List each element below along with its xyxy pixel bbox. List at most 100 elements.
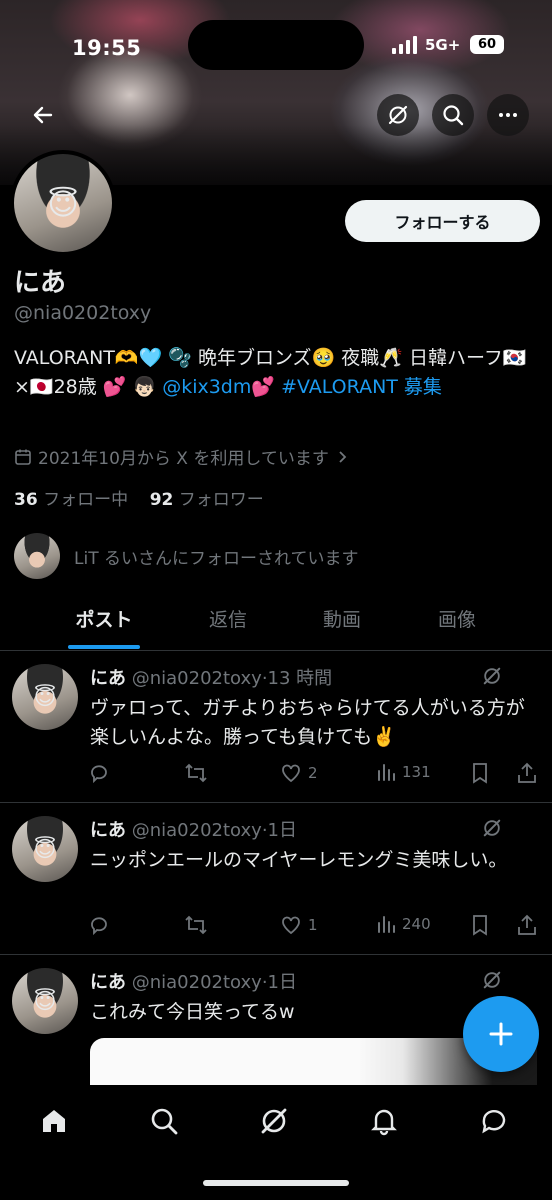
nav-grok[interactable] — [254, 1101, 294, 1141]
post-item[interactable]: 😇 にあ @nia0202toxy·1日 ニッポンエールのマイヤーレモングミ美味… — [0, 802, 552, 955]
views-button[interactable]: 240 — [376, 914, 431, 934]
joined-text: 2021年10月から X を利用しています — [38, 449, 329, 469]
share-button[interactable] — [516, 914, 538, 936]
network-label: 5G+ — [425, 36, 461, 54]
following-label: フォロー中 — [43, 490, 129, 510]
smiling-face-sticker-icon: 😇 — [47, 187, 79, 223]
bookmark-button[interactable] — [470, 762, 490, 784]
post-time: 1日 — [267, 820, 297, 841]
nav-search[interactable] — [144, 1101, 184, 1141]
active-tab-indicator — [68, 645, 140, 649]
grok-icon — [261, 1108, 287, 1134]
nav-home[interactable] — [34, 1101, 74, 1141]
like-count: 1 — [308, 916, 318, 934]
share-button[interactable] — [516, 762, 538, 784]
tab-images[interactable]: 画像 — [400, 598, 514, 650]
grok-icon[interactable] — [482, 970, 502, 990]
grok-button[interactable] — [377, 94, 419, 136]
bio-text-2: 💕 — [251, 376, 282, 398]
repost-button[interactable] — [184, 914, 208, 936]
follow-button[interactable]: フォローする — [345, 200, 540, 242]
reply-icon — [91, 917, 107, 936]
bookmark-icon — [473, 915, 487, 936]
search-button[interactable] — [432, 94, 474, 136]
post-time: 1日 — [267, 972, 297, 993]
views-chart-icon — [378, 764, 395, 781]
more-dots-icon — [499, 113, 517, 117]
post-text: ニッポンエールのマイヤーレモングミ美味しい。 — [90, 849, 508, 871]
bio-text-3: 募集 — [397, 376, 442, 398]
post-item[interactable]: 😇 にあ @nia0202toxy·13 時間 ヴァロって、ガチよりおちゃらけて… — [0, 650, 552, 803]
post-author-name[interactable]: にあ — [90, 668, 126, 689]
profile-bio: VALORANT🫶🩵 🫧 晩年ブロンズ🥹 夜職🥂 日韓ハーフ🇰🇷×🇯🇵28歳 💕… — [14, 344, 538, 402]
views-button[interactable]: 131 — [376, 762, 431, 782]
smiling-face-sticker-icon: 😇 — [33, 989, 57, 1015]
repost-button[interactable] — [184, 762, 208, 784]
nav-messages[interactable] — [474, 1101, 514, 1141]
grok-icon[interactable] — [482, 818, 502, 838]
status-time: 19:55 — [72, 36, 142, 60]
post-actions: 2 131 — [88, 762, 540, 786]
post-avatar[interactable]: 😇 — [12, 816, 78, 882]
signal-icon — [392, 36, 417, 54]
battery-indicator: 60 — [470, 35, 504, 54]
followed-by-row[interactable]: LiT るいさんにフォローされています — [14, 533, 358, 579]
followers-label: フォロワー — [178, 490, 264, 510]
home-indicator — [203, 1180, 349, 1186]
bio-hashtag-link[interactable]: #VALORANT — [281, 376, 398, 398]
post-header: にあ @nia0202toxy·1日 — [90, 820, 297, 841]
bookmark-button[interactable] — [470, 914, 490, 936]
bookmark-icon — [473, 763, 487, 784]
post-author-handle: @nia0202toxy — [131, 668, 262, 689]
post-avatar[interactable]: 😇 — [12, 968, 78, 1034]
post-author-handle: @nia0202toxy — [131, 972, 262, 993]
plus-icon — [489, 1022, 513, 1046]
user-handle: @nia0202toxy — [14, 302, 152, 324]
following-link[interactable]: 36 フォロー中 — [14, 490, 128, 510]
compose-post-button[interactable] — [463, 996, 539, 1072]
repost-icon — [185, 915, 207, 935]
more-options-button[interactable] — [487, 94, 529, 136]
post-text: ヴァロって、ガチよりおちゃらけてる人がいる方が楽しいんよな。勝っても負けても✌️ — [90, 697, 525, 748]
dynamic-island — [188, 20, 364, 70]
tab-videos[interactable]: 動画 — [286, 598, 398, 650]
post-header: にあ @nia0202toxy·1日 — [90, 972, 297, 993]
bell-icon — [371, 1109, 397, 1136]
home-icon — [43, 1110, 65, 1132]
views-chart-icon — [378, 916, 395, 933]
like-button[interactable]: 1 — [280, 914, 318, 936]
follow-stats: 36 フォロー中 92 フォロワー — [14, 485, 264, 510]
like-button[interactable]: 2 — [280, 762, 318, 784]
post-author-name[interactable]: にあ — [90, 820, 126, 841]
view-count: 131 — [402, 763, 431, 781]
followers-link[interactable]: 92 フォロワー — [150, 490, 264, 510]
heart-icon — [282, 916, 300, 935]
back-button[interactable] — [22, 94, 64, 136]
post-avatar[interactable]: 😇 — [12, 664, 78, 730]
followed-by-text: LiT るいさんにフォローされています — [74, 548, 359, 569]
reply-button[interactable] — [88, 914, 110, 936]
heart-icon — [282, 764, 300, 783]
display-name: にあ — [14, 268, 67, 298]
tab-replies[interactable]: 返信 — [172, 598, 284, 650]
nav-notifications[interactable] — [364, 1101, 404, 1141]
view-count: 240 — [402, 915, 431, 933]
following-count: 36 — [14, 490, 38, 510]
bio-mention-link[interactable]: @kix3dm — [162, 376, 251, 398]
post-author-handle: @nia0202toxy — [131, 820, 262, 841]
search-icon — [443, 105, 464, 126]
chat-bubble-icon — [482, 1110, 506, 1134]
post-author-name[interactable]: にあ — [90, 972, 126, 993]
share-icon — [518, 914, 536, 935]
tab-posts[interactable]: ポスト — [46, 598, 162, 650]
profile-tabs: ポスト 返信 動画 画像 — [0, 598, 552, 651]
grok-icon[interactable] — [482, 666, 502, 686]
joined-date[interactable]: 2021年10月から X を利用しています — [14, 444, 349, 469]
post-header: にあ @nia0202toxy·13 時間 — [90, 668, 333, 689]
back-arrow-icon — [33, 106, 53, 124]
post-actions: 1 240 — [88, 914, 540, 938]
smiling-face-sticker-icon: 😇 — [33, 685, 57, 711]
profile-avatar[interactable]: 😇 — [10, 150, 116, 256]
reply-button[interactable] — [88, 762, 110, 784]
repost-icon — [185, 763, 207, 783]
